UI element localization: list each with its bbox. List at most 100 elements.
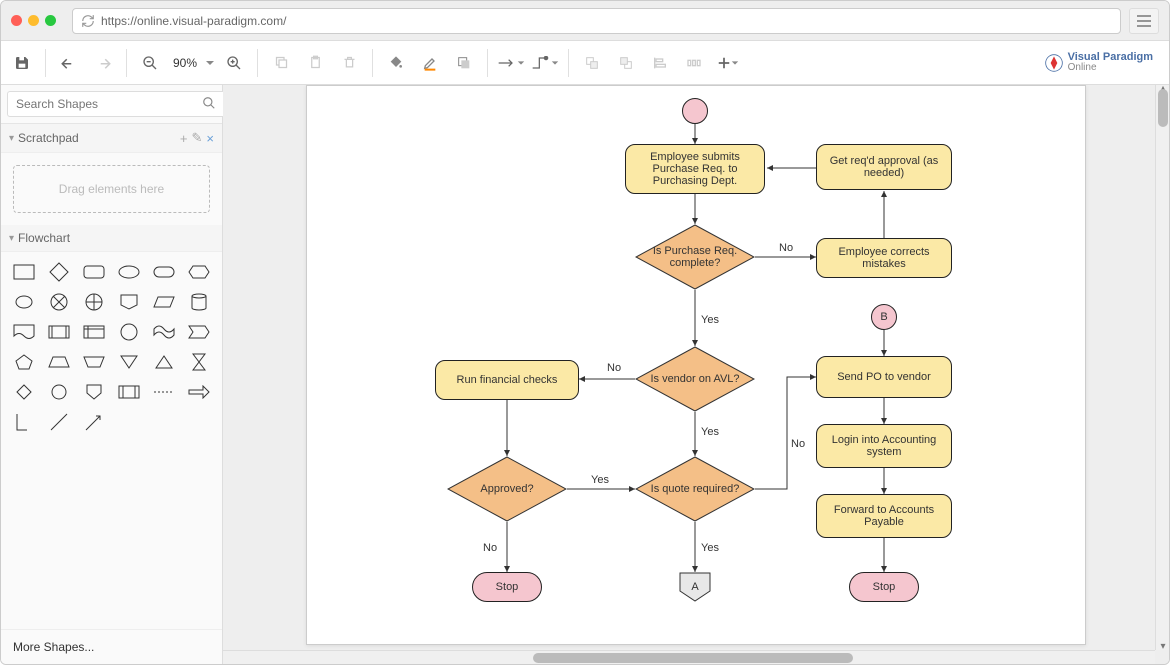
maximize-icon[interactable]: [45, 15, 56, 26]
shape-x-circle[interactable]: [44, 290, 73, 314]
more-shapes-button[interactable]: More Shapes...: [1, 629, 222, 664]
reload-icon: [81, 14, 95, 28]
chevron-down-icon: ▾: [9, 133, 14, 144]
process-submit[interactable]: Employee submits Purchase Req. to Purcha…: [625, 144, 765, 194]
zoom-out-icon: [142, 55, 158, 71]
shape-circle-small[interactable]: [44, 380, 73, 404]
scratchpad-dropzone[interactable]: Drag elements here: [13, 165, 210, 213]
process-checks[interactable]: Run financial checks: [435, 360, 579, 400]
horizontal-scrollbar[interactable]: [223, 650, 1155, 664]
delete-button[interactable]: [334, 48, 364, 78]
brand-logo[interactable]: Visual Paradigm Online: [1044, 52, 1163, 73]
connection-style-button[interactable]: [496, 48, 526, 78]
copy-icon: [274, 55, 289, 70]
shape-ellipse[interactable]: [114, 260, 143, 284]
fill-button[interactable]: [381, 48, 411, 78]
scratchpad-header[interactable]: ▾ Scratchpad + ✎ ×: [1, 124, 222, 153]
zoom-out-button[interactable]: [135, 48, 165, 78]
scroll-thumb[interactable]: [1158, 89, 1168, 127]
shape-circle[interactable]: [114, 320, 143, 344]
shape-card[interactable]: [114, 380, 143, 404]
shape-shield[interactable]: [79, 380, 108, 404]
shape-wave[interactable]: [150, 320, 179, 344]
shape-predefined[interactable]: [44, 320, 73, 344]
shape-parallelogram[interactable]: [150, 290, 179, 314]
to-front-button[interactable]: [577, 48, 607, 78]
shape-triangle-down[interactable]: [114, 350, 143, 374]
shape-bracket[interactable]: [9, 410, 38, 434]
process-forward[interactable]: Forward to Accounts Payable: [816, 494, 952, 538]
shape-diamond[interactable]: [44, 260, 73, 284]
start-node[interactable]: [682, 98, 708, 124]
decision-complete[interactable]: Is Purchase Req. complete?: [635, 224, 755, 290]
shape-line[interactable]: [44, 410, 73, 434]
shape-dashes[interactable]: [150, 380, 179, 404]
decision-quote[interactable]: Is quote required?: [635, 456, 755, 522]
decision-avl[interactable]: Is vendor on AVL?: [635, 346, 755, 412]
process-login[interactable]: Login into Accounting system: [816, 424, 952, 468]
shape-ellipse-small[interactable]: [9, 290, 38, 314]
stroke-color-button[interactable]: [415, 48, 445, 78]
zoom-level[interactable]: 90%: [169, 56, 201, 70]
shape-trapezoid-inv[interactable]: [79, 350, 108, 374]
address-bar[interactable]: https://online.visual-paradigm.com/: [72, 8, 1121, 34]
waypoint-button[interactable]: [530, 48, 560, 78]
shape-pentagon[interactable]: [9, 350, 38, 374]
shadow-icon: [456, 55, 472, 71]
zoom-in-button[interactable]: [219, 48, 249, 78]
process-approval[interactable]: Get req'd approval (as needed): [816, 144, 952, 190]
terminator-stop-left[interactable]: Stop: [472, 572, 542, 602]
copy-button[interactable]: [266, 48, 296, 78]
menu-button[interactable]: [1129, 8, 1159, 34]
flowchart-header[interactable]: ▾ Flowchart: [1, 225, 222, 252]
distribute-icon: [686, 55, 702, 71]
shape-line-arrow[interactable]: [79, 410, 108, 434]
process-corrects[interactable]: Employee corrects mistakes: [816, 238, 952, 278]
close-icon[interactable]: ×: [206, 131, 214, 146]
decision-approved[interactable]: Approved?: [447, 456, 567, 522]
terminator-stop-right[interactable]: Stop: [849, 572, 919, 602]
shape-hexagon[interactable]: [185, 260, 214, 284]
redo-button[interactable]: [88, 48, 118, 78]
shape-triangle[interactable]: [150, 350, 179, 374]
process-sendpo[interactable]: Send PO to vendor: [816, 356, 952, 398]
plus-icon[interactable]: +: [180, 131, 188, 146]
shape-hourglass[interactable]: [185, 350, 214, 374]
shape-trapezoid[interactable]: [44, 350, 73, 374]
edge-label: No: [791, 438, 805, 450]
shape-cylinder[interactable]: [185, 290, 214, 314]
shape-terminator[interactable]: [150, 260, 179, 284]
minimize-icon[interactable]: [28, 15, 39, 26]
save-button[interactable]: [7, 48, 37, 78]
diagram-paper[interactable]: Employee submits Purchase Req. to Purcha…: [306, 85, 1086, 645]
paste-button[interactable]: [300, 48, 330, 78]
shape-arrow[interactable]: [185, 380, 214, 404]
chevron-down-icon[interactable]: [205, 58, 215, 68]
shape-diamond-small[interactable]: [9, 380, 38, 404]
distribute-button[interactable]: [679, 48, 709, 78]
shape-rectangle[interactable]: [9, 260, 38, 284]
shape-offpage[interactable]: [114, 290, 143, 314]
canvas-area: Employee submits Purchase Req. to Purcha…: [223, 85, 1169, 664]
shadow-button[interactable]: [449, 48, 479, 78]
to-back-button[interactable]: [611, 48, 641, 78]
edit-icon[interactable]: ✎: [192, 130, 203, 146]
shape-internal-storage[interactable]: [79, 320, 108, 344]
shape-rounded-rect[interactable]: [79, 260, 108, 284]
connector-b[interactable]: B: [871, 304, 897, 330]
shape-flag[interactable]: [185, 320, 214, 344]
window-controls: [11, 15, 56, 26]
add-button[interactable]: [713, 48, 743, 78]
connector-a[interactable]: A: [679, 572, 711, 602]
scroll-thumb[interactable]: [533, 653, 853, 663]
fill-icon: [388, 55, 404, 71]
search-shapes-input[interactable]: [7, 91, 226, 117]
align-button[interactable]: [645, 48, 675, 78]
shape-document[interactable]: [9, 320, 38, 344]
shape-plus-circle[interactable]: [79, 290, 108, 314]
undo-button[interactable]: [54, 48, 84, 78]
close-icon[interactable]: [11, 15, 22, 26]
search-icon[interactable]: [202, 96, 216, 113]
vertical-scrollbar[interactable]: ▴ ▾: [1155, 85, 1169, 650]
to-front-icon: [584, 55, 600, 71]
